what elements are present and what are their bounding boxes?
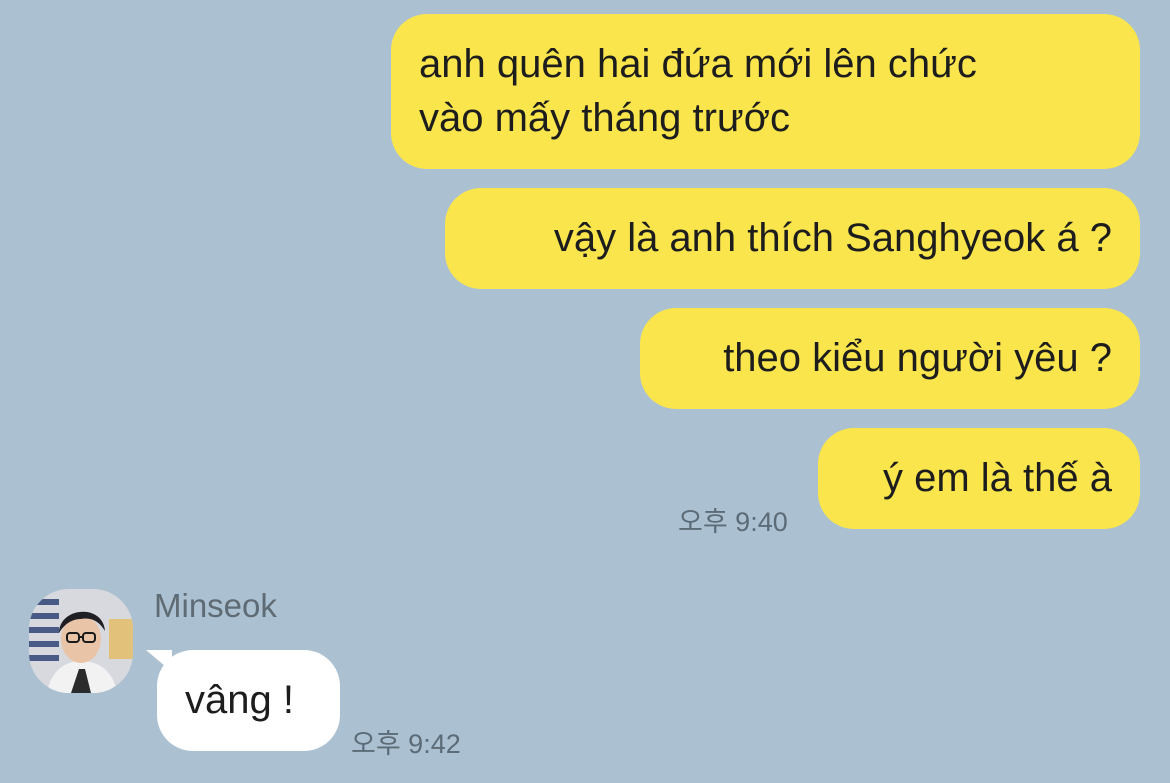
message-text: anh quên hai đứa mới lên chức vào mấy th… [419, 42, 977, 140]
message-timestamp: 오후 9:42 [351, 729, 461, 759]
message-bubble-outgoing[interactable]: theo kiểu người yêu ? [640, 308, 1140, 409]
profile-photo-icon [29, 589, 133, 693]
message-text: vậy là anh thích Sanghyeok á ? [553, 216, 1112, 260]
message-timestamp: 오후 9:40 [678, 507, 788, 537]
message-bubble-outgoing[interactable]: vậy là anh thích Sanghyeok á ? [445, 188, 1140, 289]
message-bubble-outgoing[interactable]: ý em là thế à [818, 428, 1140, 529]
message-text: ý em là thế à [882, 456, 1112, 500]
message-text: theo kiểu người yêu ? [723, 336, 1112, 380]
message-bubble-incoming[interactable]: vâng ! [157, 650, 340, 751]
sender-name: Minseok [154, 587, 277, 624]
message-text: vâng ! [185, 678, 294, 722]
avatar[interactable] [29, 589, 133, 693]
chat-view: anh quên hai đứa mới lên chức vào mấy th… [0, 0, 1170, 783]
message-bubble-outgoing[interactable]: anh quên hai đứa mới lên chức vào mấy th… [391, 14, 1140, 169]
